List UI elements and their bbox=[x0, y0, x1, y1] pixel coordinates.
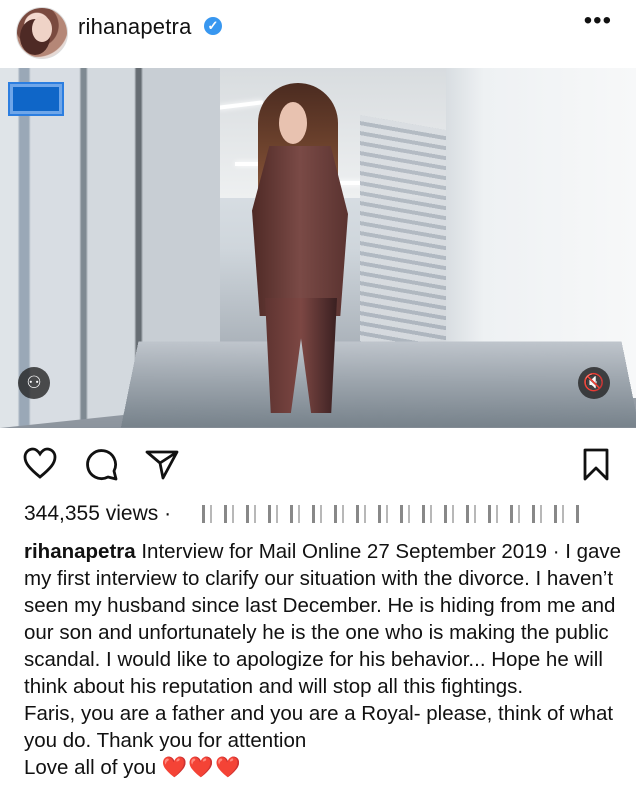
comment-icon[interactable] bbox=[84, 446, 120, 482]
heart-emoji-icons: ❤️❤️❤️ bbox=[161, 756, 242, 779]
view-count: 344,355 views · bbox=[24, 502, 172, 525]
woman-jacket bbox=[252, 146, 348, 316]
caption-paragraph-2: Faris, you are a father and you are a Ro… bbox=[24, 702, 619, 752]
camera-icon[interactable]: ⚇ bbox=[18, 367, 50, 399]
verified-icon: ✓ bbox=[204, 17, 222, 35]
share-icon[interactable] bbox=[144, 446, 180, 482]
post-video[interactable]: ⚇ 🔇 bbox=[0, 68, 636, 428]
post-header: rihanapetra ✓ ••• bbox=[0, 0, 636, 68]
caption-username[interactable]: rihanapetra bbox=[24, 540, 136, 563]
avatar[interactable] bbox=[16, 7, 68, 59]
blurred-liked-by-text bbox=[198, 505, 583, 523]
muted-volume-icon[interactable]: 🔇 bbox=[578, 367, 610, 399]
post-actions bbox=[0, 428, 636, 500]
like-icon[interactable] bbox=[22, 446, 58, 482]
caption-paragraph-1: Interview for Mail Online 27 September 2… bbox=[24, 540, 627, 698]
corridor-floor bbox=[120, 341, 636, 428]
post-caption: rihanapetra Interview for Mail Online 27… bbox=[24, 538, 622, 781]
save-icon[interactable] bbox=[578, 446, 614, 482]
caption-paragraph-3: Love all of you bbox=[24, 756, 162, 779]
woman-face bbox=[279, 102, 307, 144]
more-options-icon[interactable]: ••• bbox=[584, 9, 612, 33]
tv-logo bbox=[8, 82, 64, 116]
username[interactable]: rihanapetra bbox=[78, 14, 192, 40]
